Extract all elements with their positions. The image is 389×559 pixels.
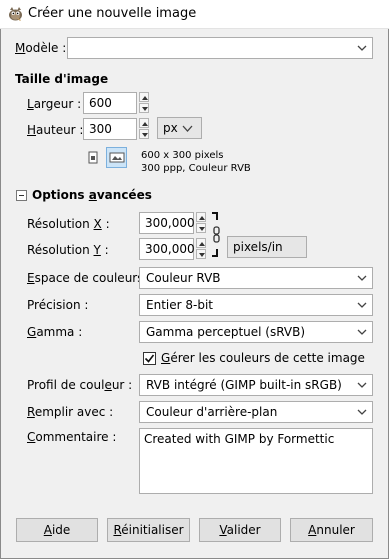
landscape-button[interactable] xyxy=(106,147,127,168)
comment-textarea[interactable]: Created with GIMP by Formettic xyxy=(139,428,373,494)
manage-colors-checkbox[interactable] xyxy=(143,352,156,365)
advanced-options-heading: Options avancées xyxy=(32,188,152,202)
chevron-down-icon xyxy=(357,302,367,308)
triangle-up-icon xyxy=(199,242,205,246)
color-profile-combo[interactable]: RVB intégré (GIMP built-in sRGB) xyxy=(139,374,373,396)
width-spinner[interactable] xyxy=(139,92,149,114)
y-resolution-spinner[interactable] xyxy=(196,238,206,260)
chain-link-icon[interactable] xyxy=(209,211,221,261)
resolution-unit-combo[interactable]: pixels/in xyxy=(227,236,307,258)
height-spinner[interactable] xyxy=(139,118,149,140)
colorspace-combo[interactable]: Couleur RVB xyxy=(139,267,373,289)
chevron-down-icon xyxy=(357,275,367,281)
width-increment-button[interactable] xyxy=(139,92,149,102)
comment-label: Commentaire : xyxy=(27,430,117,444)
minus-icon xyxy=(19,195,24,196)
triangle-up-icon xyxy=(142,122,148,126)
portrait-icon xyxy=(88,151,98,164)
chevron-down-icon xyxy=(357,382,367,388)
y-resolution-increment-button[interactable] xyxy=(196,238,206,248)
x-resolution-label: Résolution X : xyxy=(27,217,110,231)
template-combo[interactable] xyxy=(67,37,373,59)
chevron-down-icon xyxy=(357,409,367,415)
triangle-down-icon xyxy=(142,107,148,111)
color-profile-label: Profil de couleur : xyxy=(27,378,133,392)
y-resolution-label: Résolution Y : xyxy=(27,243,109,257)
triangle-up-icon xyxy=(142,96,148,100)
chevron-down-icon xyxy=(182,125,193,132)
portrait-button[interactable] xyxy=(86,150,100,166)
height-label: Hauteur : xyxy=(27,123,84,137)
height-decrement-button[interactable] xyxy=(139,129,149,139)
chevron-down-icon xyxy=(357,329,367,335)
checkmark-icon xyxy=(144,354,155,363)
gamma-label: Gamma : xyxy=(27,325,83,339)
triangle-down-icon xyxy=(142,133,148,137)
triangle-up-icon xyxy=(199,216,205,220)
size-unit-combo[interactable]: px xyxy=(157,117,202,139)
width-input[interactable]: 600 xyxy=(83,92,137,114)
precision-combo[interactable]: Entier 8-bit xyxy=(139,294,373,316)
gimp-icon xyxy=(9,7,22,21)
height-input[interactable]: 300 xyxy=(83,118,137,140)
width-label: Largeur : xyxy=(27,97,82,111)
size-info-line2: 300 ppp, Couleur RVB xyxy=(141,163,251,174)
cancel-button[interactable]: Annuler xyxy=(290,518,373,542)
help-button[interactable]: Aide xyxy=(16,518,98,542)
ok-button[interactable]: Valider xyxy=(199,518,281,542)
height-increment-button[interactable] xyxy=(139,118,149,128)
width-decrement-button[interactable] xyxy=(139,103,149,113)
fill-with-label: Remplir avec : xyxy=(27,405,114,419)
title-bar: Créer une nouvelle image xyxy=(0,0,389,29)
precision-label: Précision : xyxy=(27,298,89,312)
collapse-toggle[interactable] xyxy=(16,190,27,201)
fill-with-combo[interactable]: Couleur d'arrière-plan xyxy=(139,401,373,423)
x-resolution-spinner[interactable] xyxy=(196,212,206,234)
y-resolution-input[interactable]: 300,000 xyxy=(139,238,195,260)
chevron-down-icon xyxy=(357,45,367,51)
x-resolution-increment-button[interactable] xyxy=(196,212,206,222)
image-size-heading: Taille d'image xyxy=(15,72,109,86)
window-title: Créer une nouvelle image xyxy=(28,6,197,21)
template-label: Modèle : xyxy=(15,41,67,55)
triangle-down-icon xyxy=(199,253,205,257)
landscape-icon xyxy=(109,152,125,163)
gamma-combo[interactable]: Gamma perceptuel (sRVB) xyxy=(139,321,373,343)
reset-button[interactable]: Réinitialiser xyxy=(107,518,190,542)
y-resolution-decrement-button[interactable] xyxy=(196,249,206,259)
colorspace-label: Espace de couleurs : xyxy=(27,271,152,285)
triangle-down-icon xyxy=(199,227,205,231)
x-resolution-decrement-button[interactable] xyxy=(196,223,206,233)
size-info-line1: 600 x 300 pixels xyxy=(141,150,224,161)
x-resolution-input[interactable]: 300,000 xyxy=(139,212,195,234)
manage-colors-label[interactable]: Gérer les couleurs de cette image xyxy=(161,351,365,366)
